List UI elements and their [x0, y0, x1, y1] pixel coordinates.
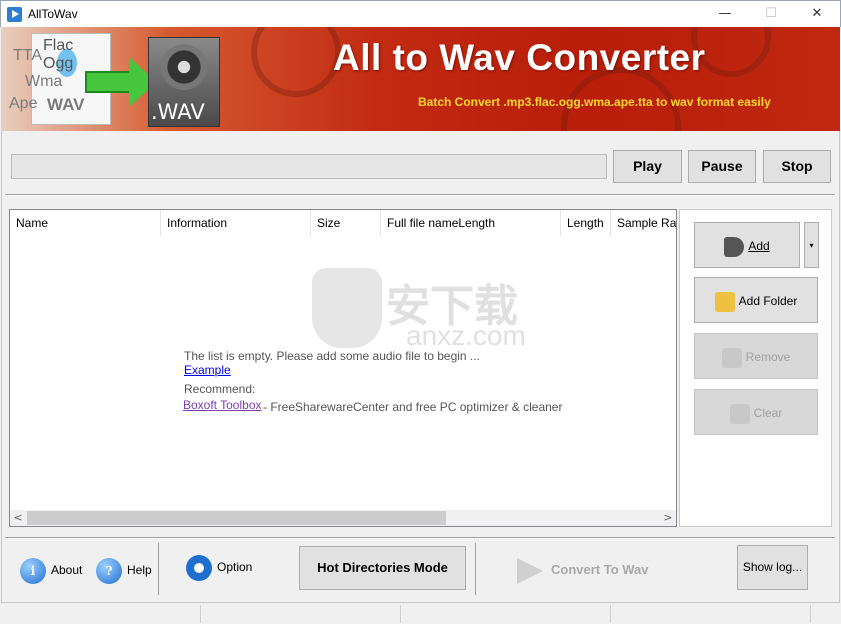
arrow-icon [85, 71, 131, 93]
status-cell [201, 605, 401, 623]
add-folder-button[interactable]: Add Folder [694, 277, 818, 323]
file-list[interactable]: Name Information Size Full file nameLeng… [9, 209, 677, 527]
status-cell [611, 605, 811, 623]
folder-add-icon [714, 291, 735, 312]
add-dropdown-button[interactable]: ▾ [804, 222, 819, 268]
add-label: Add [748, 239, 770, 253]
watermark-url: anxz.com [406, 320, 526, 351]
example-link[interactable]: Example [184, 363, 231, 377]
scrollbar-thumb[interactable] [27, 511, 446, 525]
pause-button[interactable]: Pause [688, 150, 756, 183]
clear-button[interactable]: Clear [694, 389, 818, 435]
shield-icon [312, 268, 382, 348]
watermark: 安下载 anxz.com [306, 268, 534, 351]
column-header-information[interactable]: Information [161, 210, 311, 236]
toolbar-separator [158, 543, 159, 595]
app-icon [7, 7, 22, 22]
convert-to-wav-button[interactable]: Convert To Wav [517, 550, 649, 590]
minimize-button[interactable]: — [702, 1, 748, 27]
clear-label: Clear [753, 406, 783, 420]
about-button[interactable]: i About [20, 550, 82, 590]
speaker-add-icon [724, 236, 745, 257]
clear-icon [729, 403, 750, 424]
column-header-sample-rate[interactable]: Sample Rate [611, 210, 676, 236]
column-header-name[interactable]: Name [10, 210, 161, 236]
status-cell [401, 605, 611, 623]
format-tag-wav: WAV [47, 95, 85, 114]
info-icon: i [20, 557, 46, 584]
option-label: Option [217, 560, 253, 574]
stop-button[interactable]: Stop [763, 150, 831, 183]
divider [5, 537, 835, 539]
recommend-text: - FreeSharewareCenter and free PC optimi… [263, 400, 563, 414]
playback-progress-bar[interactable] [11, 154, 607, 179]
wav-label: .WAV [151, 100, 205, 124]
option-button[interactable]: Option [186, 547, 252, 587]
column-header-size[interactable]: Size [311, 210, 381, 236]
window-title: AllToWav [28, 7, 78, 21]
format-tag-tta: TTA [13, 47, 43, 64]
status-cell [1, 605, 201, 623]
remove-button[interactable]: Remove [694, 333, 818, 379]
banner: TTA Flac Ogg Wma Ape WAV .WAV All to Wav… [1, 27, 840, 131]
convert-play-icon [517, 557, 543, 584]
maximize-button[interactable]: ☐ [748, 1, 794, 27]
format-tag-ape: Ape [9, 95, 38, 112]
side-panel: Add ▾ Add Folder Remove Clear [679, 209, 832, 527]
banner-title: All to Wav Converter [333, 37, 706, 78]
add-folder-label: Add Folder [738, 294, 798, 308]
remove-icon [721, 347, 742, 368]
help-icon: ? [96, 557, 122, 584]
boxoft-toolbox-link[interactable]: Boxoft Toolbox [183, 398, 262, 412]
horizontal-scrollbar[interactable]: < > [10, 510, 676, 526]
gear-icon [186, 554, 212, 581]
scroll-left-arrow-icon[interactable]: < [10, 510, 26, 526]
about-label: About [51, 563, 83, 577]
convert-label: Convert To Wav [551, 562, 649, 577]
status-bar [1, 602, 840, 624]
format-tag-ogg: Ogg [43, 55, 74, 72]
recommend-label: Recommend: [184, 382, 256, 396]
help-button[interactable]: ? Help [96, 550, 152, 590]
wav-file-icon: .WAV [148, 37, 220, 127]
help-label: Help [127, 563, 152, 577]
close-button[interactable]: ✕ [794, 1, 840, 27]
title-bar: AllToWav — ☐ ✕ [0, 0, 841, 27]
hot-directories-mode-button[interactable]: Hot Directories Mode [299, 546, 466, 590]
column-header-full-file-name-length[interactable]: Full file nameLength [381, 210, 561, 236]
list-header: Name Information Size Full file nameLeng… [10, 210, 676, 236]
play-button[interactable]: Play [613, 150, 682, 183]
toolbar-separator [475, 543, 476, 595]
speaker-icon [161, 44, 207, 90]
banner-subtitle: Batch Convert .mp3.flac.ogg.wma.ape.tta … [418, 95, 771, 109]
format-tag-flac: Flac [43, 37, 74, 54]
film-reel-decoration [251, 27, 341, 97]
scroll-right-arrow-icon[interactable]: > [660, 510, 676, 526]
column-header-length[interactable]: Length [561, 210, 611, 236]
format-tag-wma: Wma [25, 73, 63, 90]
divider [5, 194, 835, 196]
add-button[interactable]: Add [694, 222, 800, 268]
remove-label: Remove [745, 350, 791, 364]
show-log-button[interactable]: Show log... [737, 545, 808, 590]
